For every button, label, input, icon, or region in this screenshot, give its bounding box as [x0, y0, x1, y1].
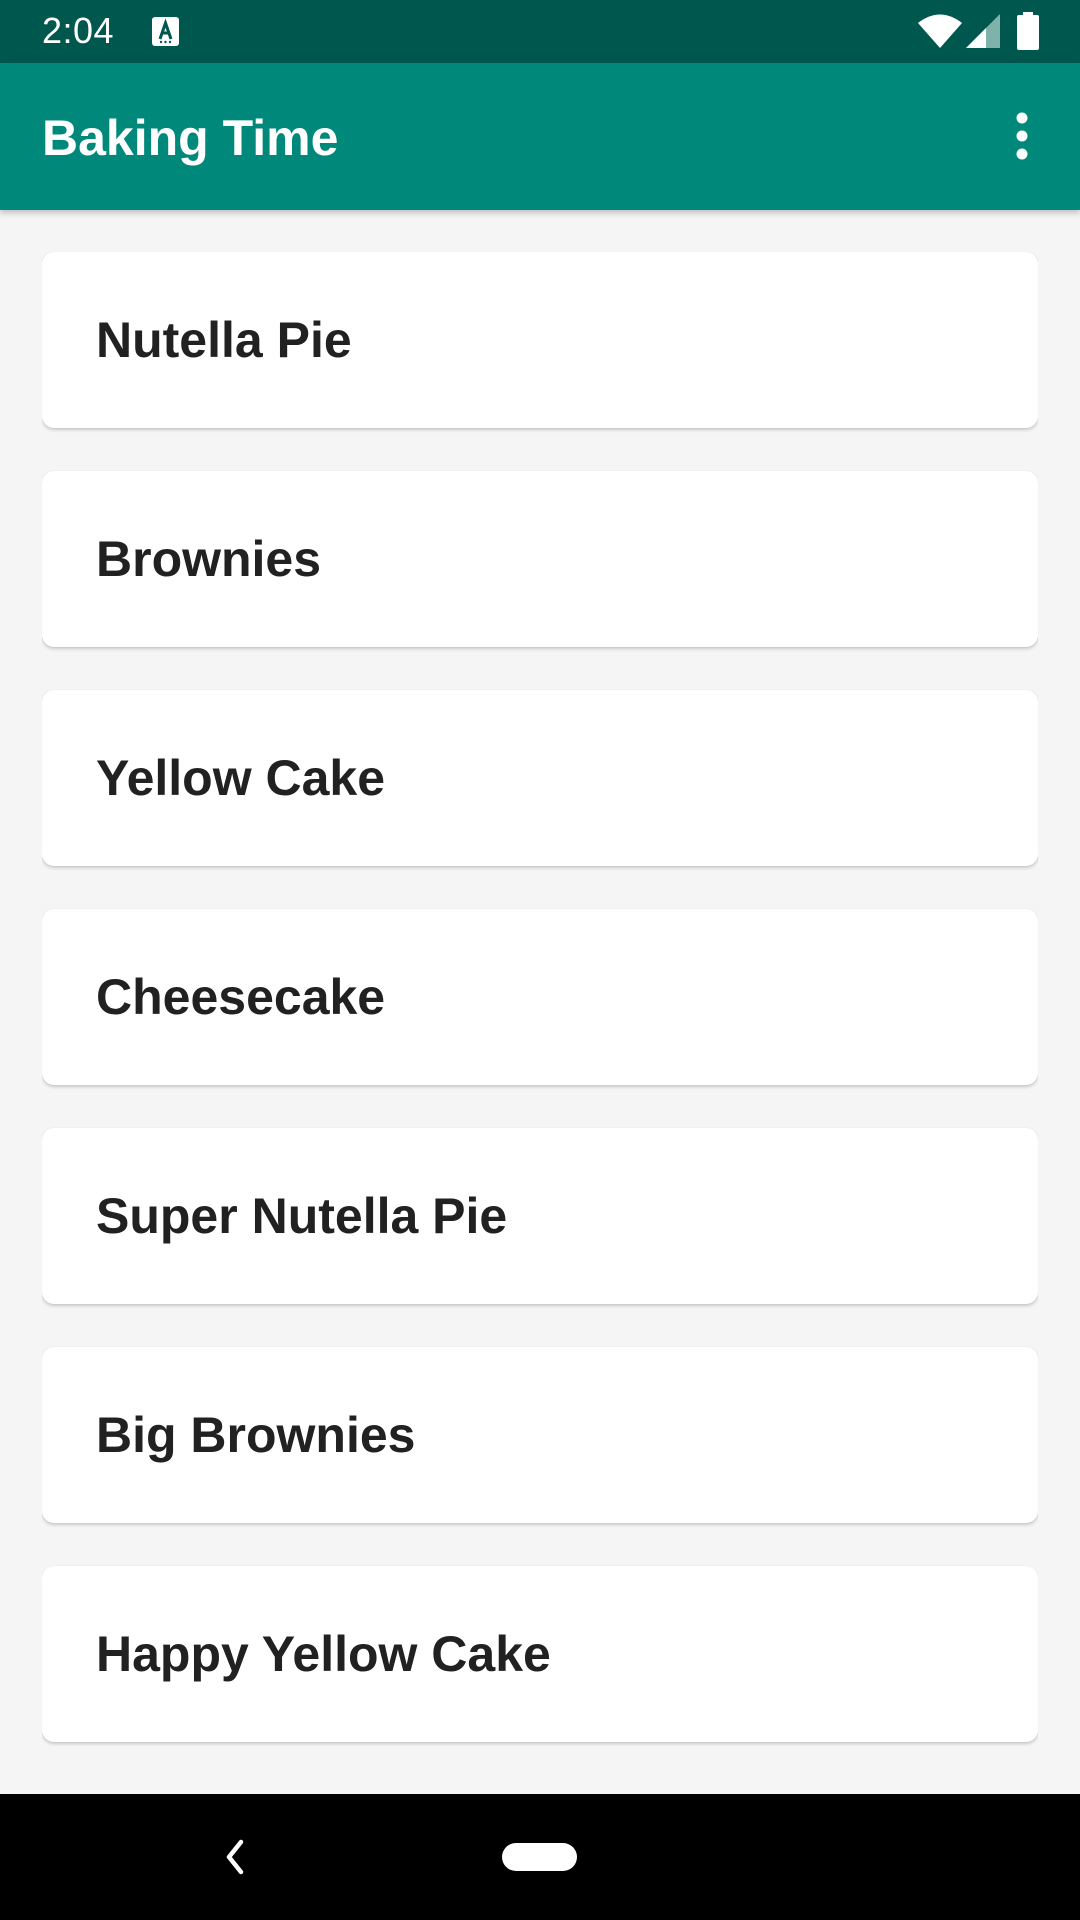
recipe-card-super-nutella-pie[interactable]: Super Nutella Pie [42, 1128, 1038, 1304]
cell-signal-icon [966, 14, 1000, 48]
recipe-name: Big Brownies [96, 1407, 416, 1463]
home-pill-icon[interactable] [502, 1843, 577, 1871]
more-vert-icon [1016, 112, 1028, 160]
recipe-card-big-brownies[interactable]: Big Brownies [42, 1347, 1038, 1523]
recipe-name: Happy Yellow Cake [96, 1626, 551, 1682]
accessibility-a-icon [152, 17, 179, 46]
recipe-name: Cheesecake [96, 969, 386, 1025]
recipe-card-happy-yellow-cake[interactable]: Happy Yellow Cake [42, 1566, 1038, 1742]
recipe-card-yellow-cake[interactable]: Yellow Cake [42, 690, 1038, 866]
back-chevron-icon[interactable] [205, 1824, 265, 1890]
navigation-bar [0, 1794, 1080, 1920]
recipe-card-nutella-pie[interactable]: Nutella Pie [42, 252, 1038, 428]
recipe-name: Nutella Pie [96, 312, 352, 368]
app-bar: Baking Time [0, 63, 1080, 210]
recipe-name: Yellow Cake [96, 750, 386, 806]
recipe-card-brownies[interactable]: Brownies [42, 471, 1038, 647]
app-title: Baking Time [42, 110, 339, 166]
recipe-name: Super Nutella Pie [96, 1188, 508, 1244]
status-bar: 2:04 [0, 0, 1080, 63]
overflow-menu-button[interactable] [1000, 103, 1044, 169]
recipe-name: Brownies [96, 531, 322, 587]
battery-icon [1017, 12, 1039, 50]
recipe-list[interactable]: Nutella Pie Brownies Yellow Cake Cheesec… [42, 252, 1038, 1792]
status-time: 2:04 [42, 10, 115, 51]
recipe-card-cheesecake[interactable]: Cheesecake [42, 909, 1038, 1085]
wifi-icon [918, 14, 962, 48]
